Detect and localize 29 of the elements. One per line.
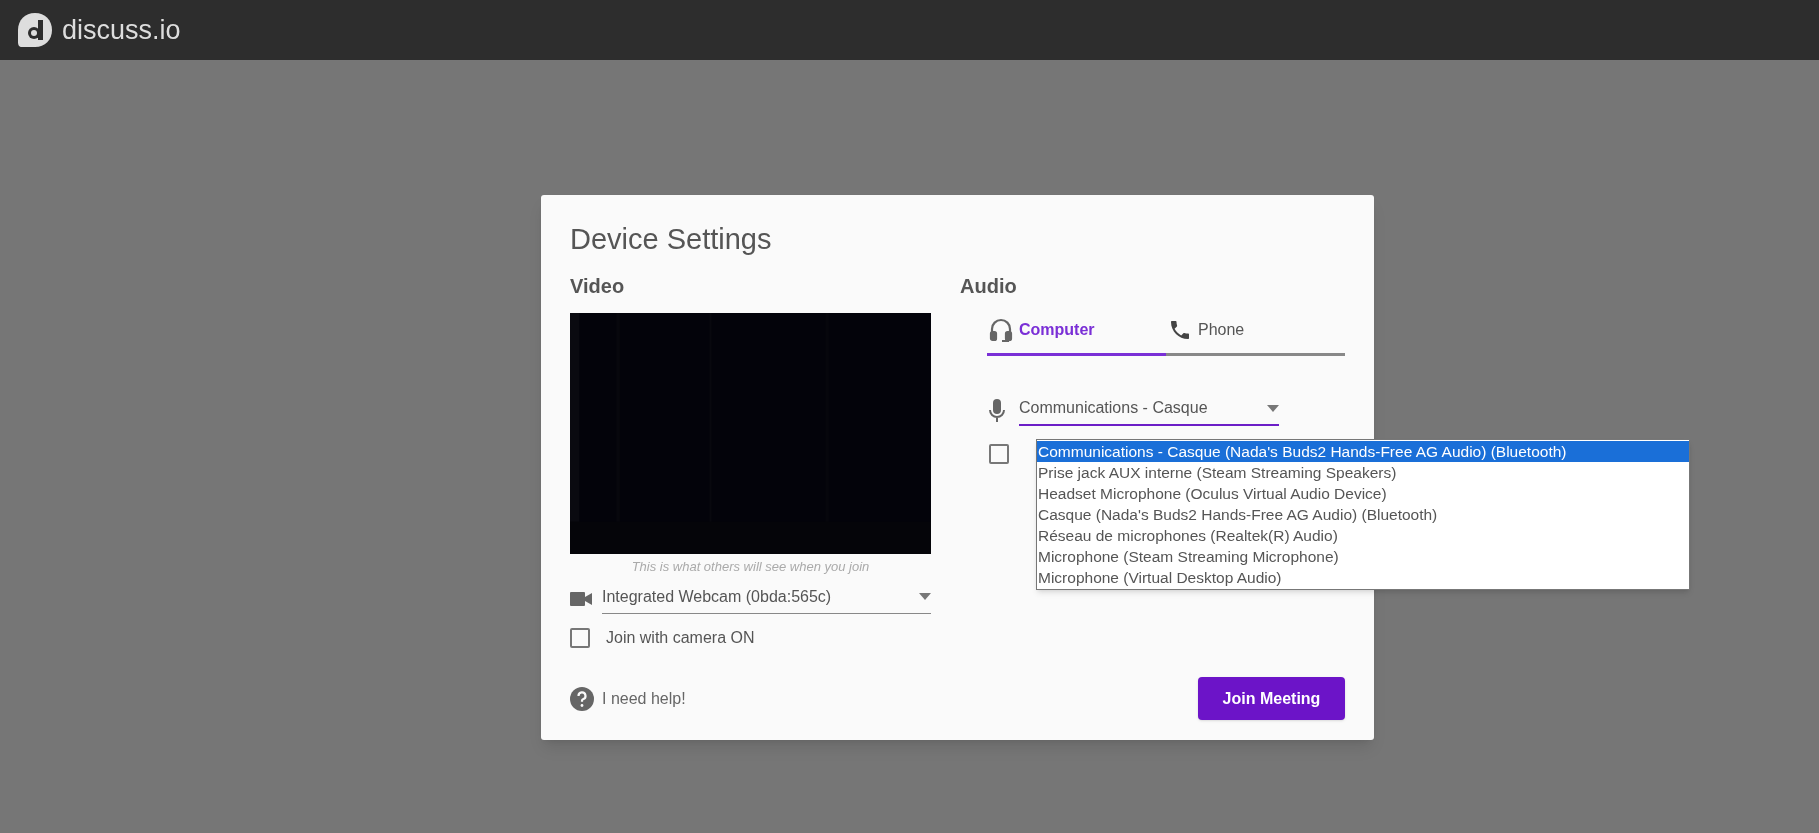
help-icon bbox=[570, 686, 594, 711]
dialog-title: Device Settings bbox=[570, 222, 773, 257]
help-link[interactable]: I need help! bbox=[570, 686, 686, 711]
audio-tab[interactable]: Phone bbox=[1166, 317, 1345, 356]
dropdown-option[interactable]: Microphone (Steam Streaming Microphone) bbox=[1037, 546, 1689, 567]
audio-tab[interactable]: Computer bbox=[987, 317, 1166, 356]
microphone-icon bbox=[989, 399, 1005, 423]
caret-icon bbox=[919, 593, 931, 600]
checkbox[interactable] bbox=[570, 627, 590, 648]
dropdown-option[interactable]: Communications - Casque (Nada's Buds2 Hands-Free AG Audio) (Bluetooth) bbox=[1037, 441, 1689, 462]
dropdown-option[interactable]: Casque (Nada's Buds2 Hands-Free AG Audio) (Bluetooth) bbox=[1037, 504, 1689, 525]
dropdown-option[interactable]: Headset Microphone (Oculus Virtual Audio Device) bbox=[1037, 483, 1689, 504]
section-heading: Video bbox=[570, 274, 626, 299]
headset-icon bbox=[989, 317, 1013, 343]
caret-icon bbox=[1267, 404, 1279, 412]
logo-text: discuss.io bbox=[62, 13, 181, 47]
checkbox[interactable] bbox=[989, 444, 1009, 464]
dropdown-option[interactable]: Microphone (Virtual Desktop Audio) bbox=[1037, 567, 1689, 588]
dropdown-option[interactable]: Prise jack AUX interne (Steam Streaming Speakers) bbox=[1037, 462, 1689, 483]
join-meeting-button[interactable]: Join Meeting bbox=[1198, 677, 1345, 720]
video-caption: This is what others will see when you join bbox=[630, 558, 871, 576]
camera-select[interactable]: Integrated Webcam (0bda:565c) bbox=[602, 584, 931, 614]
checkbox-label: Join with camera ON bbox=[606, 627, 755, 648]
logo-icon bbox=[16, 11, 54, 49]
section-heading: Audio bbox=[960, 274, 1018, 299]
dropdown-option[interactable]: Réseau de microphones (Realtek(R) Audio) bbox=[1037, 525, 1689, 546]
microphone-select[interactable]: Communications - Casque bbox=[1019, 396, 1279, 426]
phone-icon bbox=[1168, 318, 1192, 342]
video-camera-icon bbox=[570, 591, 592, 607]
